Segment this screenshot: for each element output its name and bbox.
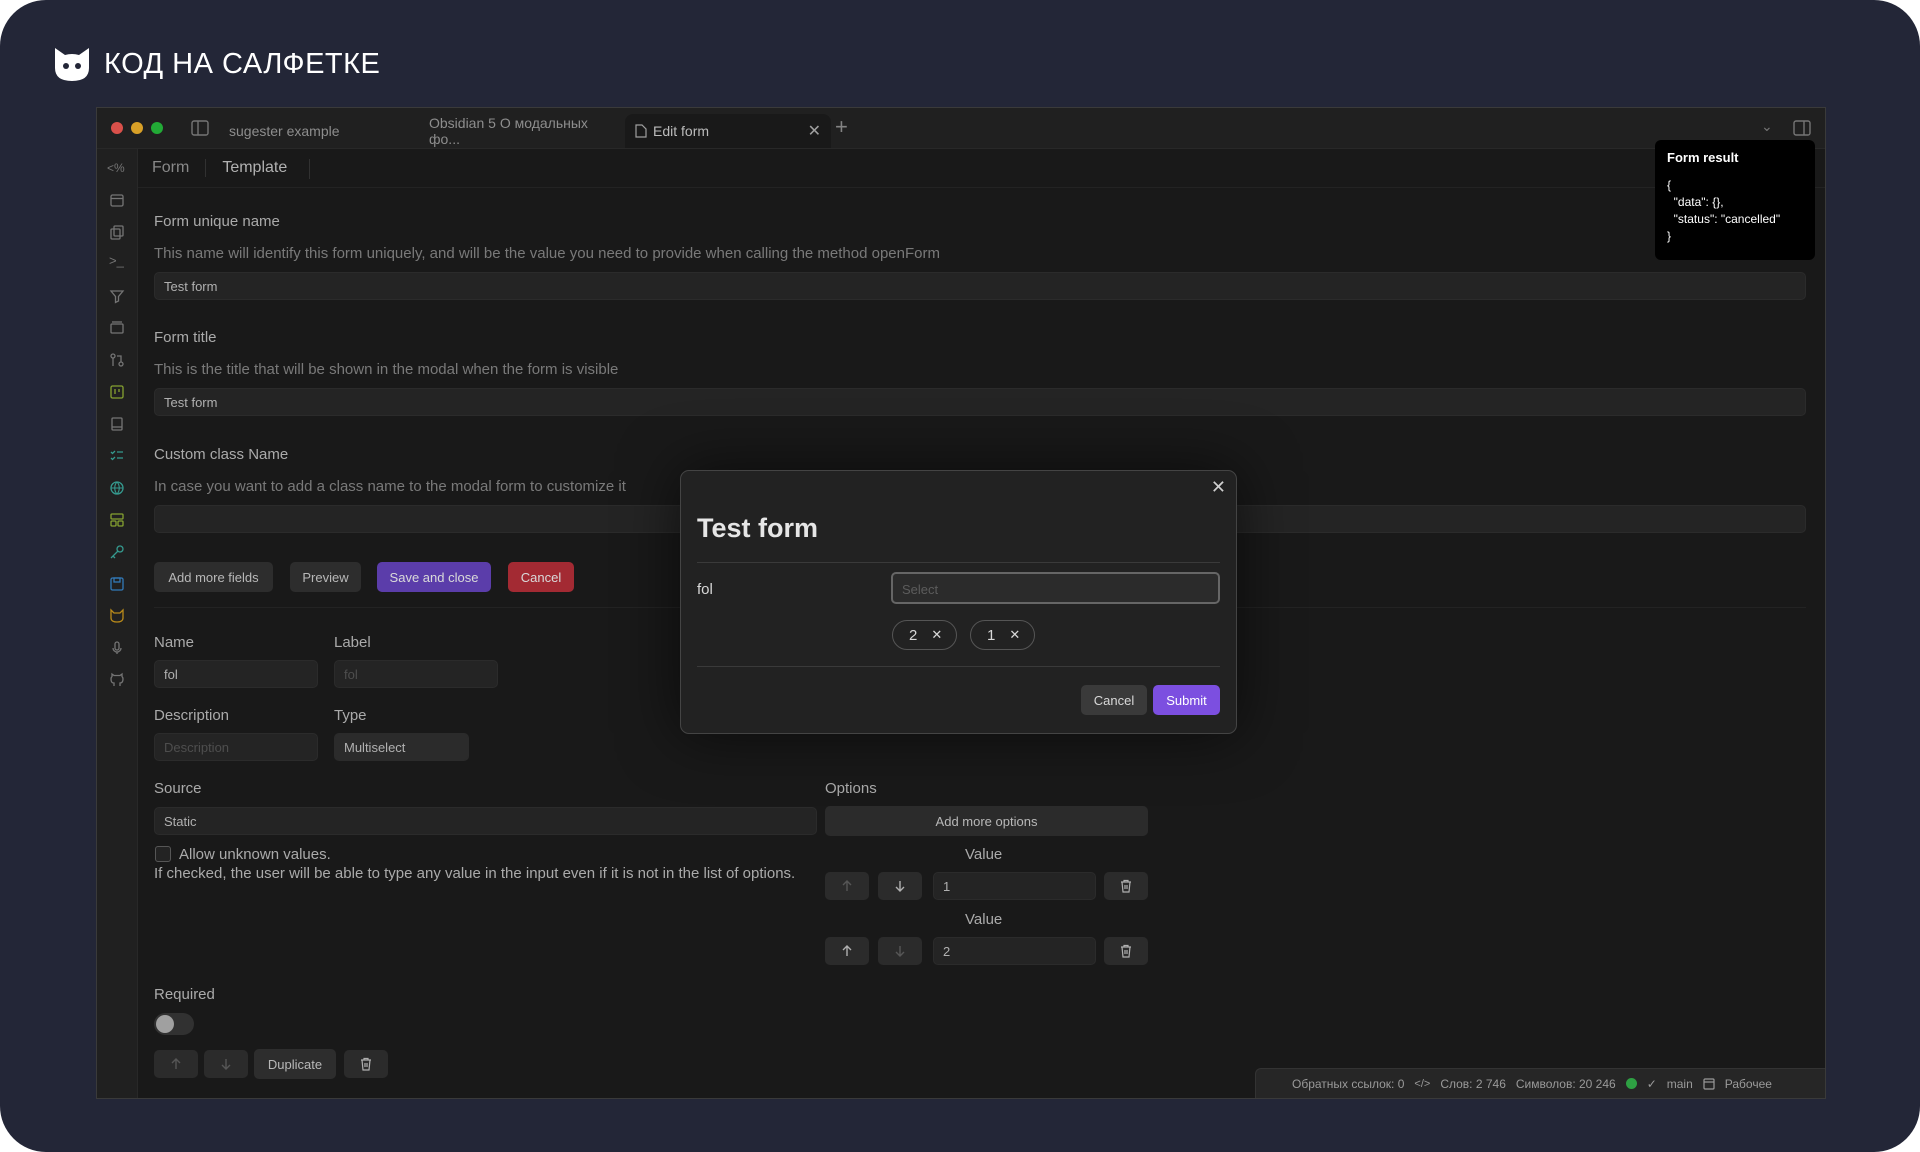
git-branch[interactable]: main xyxy=(1667,1077,1693,1091)
multiselect-input[interactable]: Select xyxy=(891,572,1220,604)
backlinks-count[interactable]: Обратных ссылок: 0 xyxy=(1292,1077,1404,1091)
app-window: sugester example Obsidian 5 О модальных … xyxy=(96,107,1826,1099)
word-count: Слов: 2 746 xyxy=(1440,1076,1506,1091)
workspace-icon xyxy=(1703,1077,1715,1090)
workspace-name[interactable]: Рабочее xyxy=(1725,1077,1772,1091)
modal-divider xyxy=(697,666,1220,667)
remove-chip-icon[interactable]: ✕ xyxy=(931,627,942,643)
modal-divider xyxy=(697,562,1220,563)
brand: КОД НА САЛФЕТКЕ xyxy=(52,44,380,84)
remove-chip-icon[interactable]: ✕ xyxy=(1009,627,1020,643)
status-bar: Обратных ссылок: 0 </> Слов: 2 746 Симво… xyxy=(1255,1068,1825,1098)
test-form-modal: ✕ Test form fol Select 2 ✕ 1 ✕ Cancel Subm… xyxy=(680,470,1237,734)
tooltip-body: { "data": {}, "status": "cancelled" } xyxy=(1667,178,1781,243)
selected-chip: 1 ✕ xyxy=(970,620,1036,650)
brand-name: КОД НА САЛФЕТКЕ xyxy=(104,47,381,80)
cat-head-icon xyxy=(55,48,89,81)
form-result-tooltip: Form result { "data": {}, "status": "can… xyxy=(1655,140,1815,260)
close-modal-icon[interactable]: ✕ xyxy=(1211,477,1226,498)
code-icon[interactable]: </> xyxy=(1414,1078,1430,1090)
char-count: Символов: 20 246 xyxy=(1515,1076,1616,1091)
tooltip-title: Form result xyxy=(1667,150,1739,165)
modal-field-label: fol xyxy=(697,581,713,598)
selected-chip: 2 ✕ xyxy=(892,620,958,650)
sync-status-icon[interactable] xyxy=(1625,1078,1637,1089)
presentation-frame: КОД НА САЛФЕТКЕ sugester example Obsidia… xyxy=(0,0,1920,1152)
modal-title: Test form xyxy=(697,513,819,543)
check-icon[interactable]: ✓ xyxy=(1647,1077,1657,1091)
submit-button[interactable]: Submit xyxy=(1153,685,1220,715)
modal-cancel-button[interactable]: Cancel xyxy=(1081,685,1147,715)
